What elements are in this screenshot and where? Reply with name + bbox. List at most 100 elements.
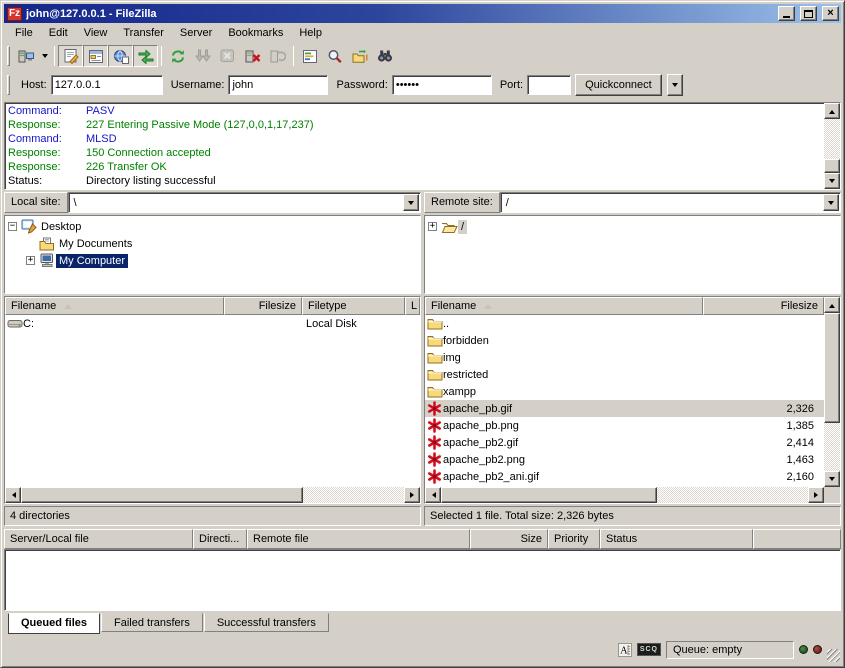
file-name: .. — [443, 318, 449, 330]
password-input[interactable] — [392, 75, 492, 95]
column-header-filesize[interactable]: Filesize — [224, 297, 302, 315]
file-row[interactable]: C:Local Disk — [5, 315, 420, 332]
file-row[interactable]: forbidden — [425, 332, 824, 349]
queue-column-header-status[interactable]: Status — [600, 529, 753, 549]
disconnect-button[interactable] — [240, 45, 265, 67]
filter-button[interactable] — [297, 45, 322, 67]
refresh-button[interactable] — [165, 45, 190, 67]
tab-successful-transfers[interactable]: Successful transfers — [204, 613, 329, 632]
image-file-icon — [425, 452, 443, 467]
queue-column-header-size[interactable]: Size — [470, 529, 548, 549]
file-row[interactable]: xampp — [425, 383, 824, 400]
scroll-down-button[interactable] — [824, 471, 840, 487]
minimize-button[interactable] — [778, 6, 795, 21]
scroll-thumb[interactable] — [824, 159, 840, 173]
file-row[interactable]: img — [425, 349, 824, 366]
queue-column-header-server-local-file[interactable]: Server/Local file — [4, 529, 193, 549]
local-site-combo[interactable]: \ — [68, 192, 421, 213]
scroll-left-button[interactable] — [5, 487, 21, 503]
maximize-button[interactable] — [800, 6, 817, 21]
remote-site-combo[interactable]: / — [500, 192, 841, 213]
menu-edit[interactable]: Edit — [41, 24, 76, 42]
quickconnect-dropdown-button[interactable] — [667, 74, 683, 96]
menu-transfer[interactable]: Transfer — [115, 24, 172, 42]
menu-bookmarks[interactable]: Bookmarks — [220, 24, 291, 42]
column-header-label: Filename — [11, 300, 56, 312]
port-input[interactable] — [527, 75, 571, 95]
remote-site-dropdown-button[interactable] — [823, 194, 839, 211]
file-row[interactable]: apache_pb2.gif2,414 — [425, 434, 824, 451]
queue-column-header-remote-file[interactable]: Remote file — [247, 529, 470, 549]
close-button[interactable]: × — [822, 6, 839, 21]
expand-icon[interactable]: + — [26, 256, 35, 265]
site-manager-dropdown-button[interactable] — [38, 45, 51, 67]
menu-view[interactable]: View — [76, 24, 116, 42]
toolbar-separator — [54, 46, 55, 66]
recv-indicator-led — [799, 645, 808, 654]
column-header-filetype[interactable]: Filetype — [302, 297, 405, 315]
reconnect-button — [265, 45, 290, 67]
quickconnect-grip[interactable] — [7, 75, 10, 95]
filter-icon — [302, 49, 318, 64]
file-row[interactable]: restricted — [425, 366, 824, 383]
local-site-dropdown-button[interactable] — [403, 194, 419, 211]
column-header-filesize[interactable]: Filesize — [703, 297, 824, 315]
queue-status-text: Queue: empty — [673, 644, 742, 656]
resize-grip[interactable] — [827, 649, 840, 662]
quickconnect-button[interactable]: Quickconnect — [575, 74, 662, 96]
username-input[interactable] — [228, 75, 328, 95]
queue-column-header-blank[interactable] — [753, 529, 841, 549]
queue-column-header-directi-[interactable]: Directi... — [193, 529, 247, 549]
toggle-remote-tree-button[interactable] — [108, 45, 133, 67]
file-size: 2,326 — [703, 403, 824, 415]
scroll-thumb[interactable] — [21, 487, 303, 503]
file-row[interactable]: apache_pb.gif2,326 — [425, 400, 824, 417]
local-tree-item[interactable]: −Desktop — [8, 218, 420, 235]
site-manager-button[interactable] — [13, 45, 38, 67]
transfer-queue-icon — [138, 49, 154, 64]
file-row[interactable]: apache_pb.png1,385 — [425, 417, 824, 434]
message-log-scrollbar[interactable] — [824, 103, 840, 189]
toggle-local-tree-button[interactable] — [83, 45, 108, 67]
scroll-down-button[interactable] — [824, 173, 840, 189]
local-tree-item[interactable]: My Documents — [8, 235, 420, 252]
toggle-message-log-button[interactable] — [58, 45, 83, 67]
remote-hscrollbar[interactable] — [425, 487, 840, 503]
speedlimit-icon: SCQ — [637, 643, 661, 656]
scroll-thumb[interactable] — [824, 313, 840, 423]
collapse-icon[interactable]: − — [8, 222, 17, 231]
synchronized-browsing-button[interactable] — [347, 45, 372, 67]
scroll-up-button[interactable] — [824, 297, 840, 313]
tab-failed-transfers[interactable]: Failed transfers — [101, 613, 203, 632]
menu-server[interactable]: Server — [172, 24, 220, 42]
tab-queued-files[interactable]: Queued files — [8, 613, 100, 634]
expand-icon[interactable]: + — [428, 222, 437, 231]
scroll-right-button[interactable] — [808, 487, 824, 503]
scroll-left-button[interactable] — [425, 487, 441, 503]
toolbar-grip[interactable] — [7, 46, 10, 66]
image-file-icon — [425, 435, 443, 450]
column-header-filename[interactable]: Filename — [5, 297, 224, 315]
file-row[interactable]: apache_pb2_ani.gif2,160 — [425, 468, 824, 485]
search-icon — [327, 49, 343, 64]
local-hscrollbar[interactable] — [5, 487, 420, 503]
local-tree-item[interactable]: +My Computer — [8, 252, 420, 269]
scroll-up-button[interactable] — [824, 103, 840, 119]
local-tree-icon — [88, 49, 104, 64]
column-header-l[interactable]: L — [405, 297, 420, 315]
menu-help[interactable]: Help — [291, 24, 330, 42]
host-input[interactable] — [51, 75, 163, 95]
file-row[interactable]: apache_pb2.png1,463 — [425, 451, 824, 468]
menu-file[interactable]: File — [7, 24, 41, 42]
queue-column-header-priority[interactable]: Priority — [548, 529, 600, 549]
toggle-transfer-queue-button[interactable] — [133, 45, 158, 67]
remote-tree-item[interactable]: +/ — [428, 218, 840, 235]
file-size: 2,160 — [703, 471, 824, 483]
scroll-right-button[interactable] — [404, 487, 420, 503]
file-search-button[interactable] — [322, 45, 347, 67]
directory-comparison-button[interactable] — [372, 45, 397, 67]
scroll-thumb[interactable] — [441, 487, 657, 503]
remote-vscrollbar[interactable] — [824, 297, 840, 487]
file-row[interactable]: .. — [425, 315, 824, 332]
column-header-filename[interactable]: Filename — [425, 297, 703, 315]
